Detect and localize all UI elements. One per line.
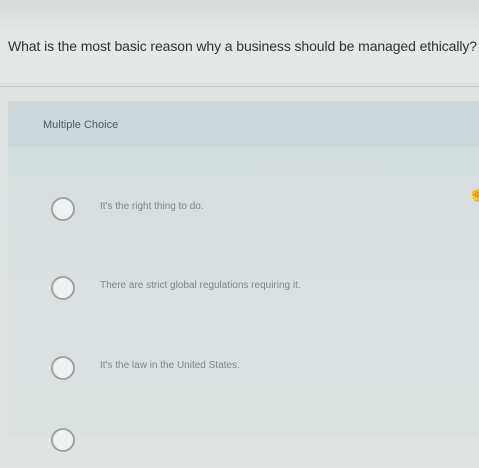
question-type-label: Multiple Choice — [43, 119, 119, 131]
answer-option-label[interactable]: There are strict global regulations requ… — [100, 280, 301, 291]
radio-circle-icon[interactable] — [51, 428, 75, 452]
answer-option-3[interactable]: It's the law in the United States. — [8, 356, 479, 396]
hand-pointer-icon: ☝ — [468, 185, 479, 202]
radio-circle-icon[interactable] — [51, 197, 75, 221]
radio-circle-icon[interactable] — [51, 356, 75, 380]
answer-option-2[interactable]: There are strict global regulations requ… — [8, 276, 479, 316]
radio-circle-icon[interactable] — [51, 276, 75, 300]
panel-header: Multiple Choice — [8, 101, 479, 147]
answer-option-1[interactable]: It's the right thing to do. — [8, 197, 479, 237]
divider — [0, 86, 479, 87]
question-area: What is the most basic reason why a busi… — [0, 0, 479, 82]
question-text: What is the most basic reason why a busi… — [8, 38, 477, 54]
answer-option-label[interactable]: It's the right thing to do. — [100, 201, 204, 212]
answer-panel: Multiple Choice It's the right thing to … — [8, 101, 479, 452]
answer-option-4[interactable] — [8, 428, 479, 468]
answer-option-label[interactable]: It's the law in the United States. — [100, 360, 240, 371]
